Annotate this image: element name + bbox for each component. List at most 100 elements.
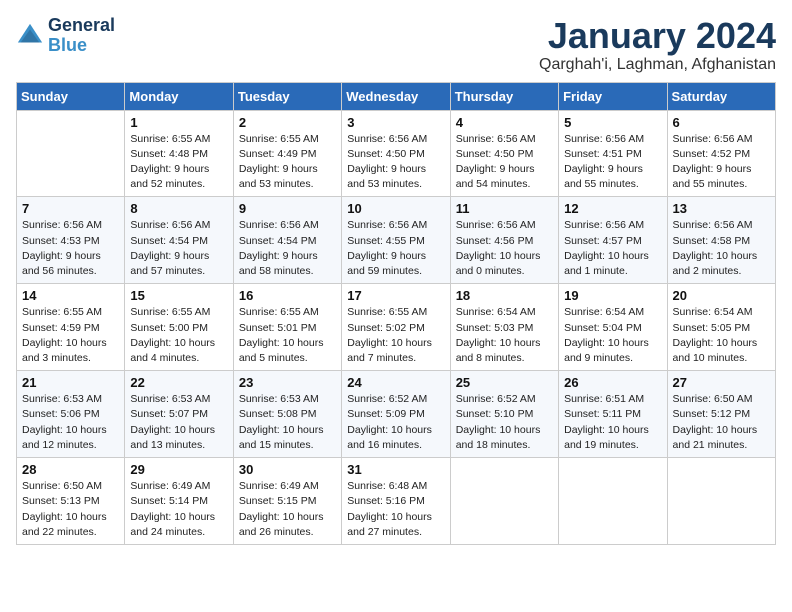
calendar-cell: 19 Sunrise: 6:54 AMSunset: 5:04 PMDayligh… xyxy=(559,284,667,371)
day-detail: Sunrise: 6:55 AMSunset: 5:00 PMDaylight:… xyxy=(130,305,227,366)
day-number: 23 xyxy=(239,375,336,390)
logo-line1: General xyxy=(48,16,115,36)
calendar-cell xyxy=(559,458,667,545)
day-detail: Sunrise: 6:56 AMSunset: 4:55 PMDaylight:… xyxy=(347,218,444,279)
day-header-wednesday: Wednesday xyxy=(342,82,450,110)
day-detail: Sunrise: 6:56 AMSunset: 4:54 PMDaylight:… xyxy=(130,218,227,279)
day-detail: Sunrise: 6:53 AMSunset: 5:07 PMDaylight:… xyxy=(130,392,227,453)
logo-line2: Blue xyxy=(48,36,115,56)
day-number: 10 xyxy=(347,201,444,216)
day-number: 14 xyxy=(22,288,119,303)
day-number: 4 xyxy=(456,115,553,130)
day-detail: Sunrise: 6:56 AMSunset: 4:52 PMDaylight:… xyxy=(673,132,770,193)
day-detail: Sunrise: 6:50 AMSunset: 5:12 PMDaylight:… xyxy=(673,392,770,453)
calendar-cell: 31 Sunrise: 6:48 AMSunset: 5:16 PMDayligh… xyxy=(342,458,450,545)
day-detail: Sunrise: 6:56 AMSunset: 4:58 PMDaylight:… xyxy=(673,218,770,279)
calendar-cell: 26 Sunrise: 6:51 AMSunset: 5:11 PMDayligh… xyxy=(559,371,667,458)
day-number: 9 xyxy=(239,201,336,216)
day-detail: Sunrise: 6:56 AMSunset: 4:56 PMDaylight:… xyxy=(456,218,553,279)
calendar-cell: 7 Sunrise: 6:56 AMSunset: 4:53 PMDaylight… xyxy=(17,197,125,284)
day-detail: Sunrise: 6:55 AMSunset: 5:01 PMDaylight:… xyxy=(239,305,336,366)
day-number: 24 xyxy=(347,375,444,390)
day-number: 18 xyxy=(456,288,553,303)
day-number: 21 xyxy=(22,375,119,390)
calendar-title: January 2024 xyxy=(539,16,776,56)
day-detail: Sunrise: 6:56 AMSunset: 4:54 PMDaylight:… xyxy=(239,218,336,279)
day-number: 30 xyxy=(239,462,336,477)
calendar-cell: 1 Sunrise: 6:55 AMSunset: 4:48 PMDaylight… xyxy=(125,110,233,197)
day-number: 3 xyxy=(347,115,444,130)
calendar-week-5: 28 Sunrise: 6:50 AMSunset: 5:13 PMDayligh… xyxy=(17,458,776,545)
day-number: 2 xyxy=(239,115,336,130)
day-detail: Sunrise: 6:56 AMSunset: 4:57 PMDaylight:… xyxy=(564,218,661,279)
day-header-thursday: Thursday xyxy=(450,82,558,110)
logo-icon xyxy=(16,22,44,50)
day-number: 1 xyxy=(130,115,227,130)
calendar-cell: 10 Sunrise: 6:56 AMSunset: 4:55 PMDayligh… xyxy=(342,197,450,284)
calendar-cell: 4 Sunrise: 6:56 AMSunset: 4:50 PMDaylight… xyxy=(450,110,558,197)
day-number: 26 xyxy=(564,375,661,390)
day-detail: Sunrise: 6:55 AMSunset: 4:59 PMDaylight:… xyxy=(22,305,119,366)
day-header-saturday: Saturday xyxy=(667,82,775,110)
calendar-cell: 17Sunrise: 6:55 AMSunset: 5:02 PMDayligh… xyxy=(342,284,450,371)
day-number: 28 xyxy=(22,462,119,477)
day-detail: Sunrise: 6:52 AMSunset: 5:09 PMDaylight:… xyxy=(347,392,444,453)
calendar-cell: 2 Sunrise: 6:55 AMSunset: 4:49 PMDaylight… xyxy=(233,110,341,197)
day-number: 15 xyxy=(130,288,227,303)
day-detail: Sunrise: 6:56 AMSunset: 4:53 PMDaylight:… xyxy=(22,218,119,279)
calendar-cell: 12Sunrise: 6:56 AMSunset: 4:57 PMDayligh… xyxy=(559,197,667,284)
day-number: 19 xyxy=(564,288,661,303)
day-number: 27 xyxy=(673,375,770,390)
calendar-cell: 29 Sunrise: 6:49 AMSunset: 5:14 PMDayligh… xyxy=(125,458,233,545)
calendar-cell: 27 Sunrise: 6:50 AMSunset: 5:12 PMDayligh… xyxy=(667,371,775,458)
calendar-cell: 23 Sunrise: 6:53 AMSunset: 5:08 PMDayligh… xyxy=(233,371,341,458)
calendar-cell: 6 Sunrise: 6:56 AMSunset: 4:52 PMDaylight… xyxy=(667,110,775,197)
day-number: 11 xyxy=(456,201,553,216)
day-header-sunday: Sunday xyxy=(17,82,125,110)
day-detail: Sunrise: 6:54 AMSunset: 5:04 PMDaylight:… xyxy=(564,305,661,366)
day-number: 16 xyxy=(239,288,336,303)
day-detail: Sunrise: 6:51 AMSunset: 5:11 PMDaylight:… xyxy=(564,392,661,453)
day-number: 17 xyxy=(347,288,444,303)
day-header-monday: Monday xyxy=(125,82,233,110)
calendar-cell: 15 Sunrise: 6:55 AMSunset: 5:00 PMDayligh… xyxy=(125,284,233,371)
calendar-cell: 8 Sunrise: 6:56 AMSunset: 4:54 PMDaylight… xyxy=(125,197,233,284)
day-detail: Sunrise: 6:55 AMSunset: 4:48 PMDaylight:… xyxy=(130,132,227,193)
day-number: 7 xyxy=(22,201,119,216)
calendar-week-4: 21Sunrise: 6:53 AMSunset: 5:06 PMDayligh… xyxy=(17,371,776,458)
calendar-cell: 14 Sunrise: 6:55 AMSunset: 4:59 PMDayligh… xyxy=(17,284,125,371)
calendar-subtitle: Qarghah'i, Laghman, Afghanistan xyxy=(539,56,776,74)
calendar-cell: 3 Sunrise: 6:56 AMSunset: 4:50 PMDaylight… xyxy=(342,110,450,197)
title-block: January 2024 Qarghah'i, Laghman, Afghani… xyxy=(539,16,776,74)
calendar-header-row: SundayMondayTuesdayWednesdayThursdayFrid… xyxy=(17,82,776,110)
calendar-week-1: 1 Sunrise: 6:55 AMSunset: 4:48 PMDaylight… xyxy=(17,110,776,197)
calendar-cell: 28 Sunrise: 6:50 AMSunset: 5:13 PMDayligh… xyxy=(17,458,125,545)
day-detail: Sunrise: 6:56 AMSunset: 4:50 PMDaylight:… xyxy=(347,132,444,193)
calendar-cell: 24 Sunrise: 6:52 AMSunset: 5:09 PMDayligh… xyxy=(342,371,450,458)
calendar-week-3: 14 Sunrise: 6:55 AMSunset: 4:59 PMDayligh… xyxy=(17,284,776,371)
day-number: 20 xyxy=(673,288,770,303)
day-detail: Sunrise: 6:49 AMSunset: 5:15 PMDaylight:… xyxy=(239,479,336,540)
day-number: 22 xyxy=(130,375,227,390)
calendar-table: SundayMondayTuesdayWednesdayThursdayFrid… xyxy=(16,82,776,545)
calendar-cell: 11 Sunrise: 6:56 AMSunset: 4:56 PMDayligh… xyxy=(450,197,558,284)
day-detail: Sunrise: 6:52 AMSunset: 5:10 PMDaylight:… xyxy=(456,392,553,453)
calendar-cell: 16 Sunrise: 6:55 AMSunset: 5:01 PMDayligh… xyxy=(233,284,341,371)
calendar-cell: 18 Sunrise: 6:54 AMSunset: 5:03 PMDayligh… xyxy=(450,284,558,371)
calendar-cell: 21Sunrise: 6:53 AMSunset: 5:06 PMDayligh… xyxy=(17,371,125,458)
day-number: 8 xyxy=(130,201,227,216)
day-detail: Sunrise: 6:49 AMSunset: 5:14 PMDaylight:… xyxy=(130,479,227,540)
day-detail: Sunrise: 6:53 AMSunset: 5:08 PMDaylight:… xyxy=(239,392,336,453)
day-detail: Sunrise: 6:54 AMSunset: 5:03 PMDaylight:… xyxy=(456,305,553,366)
day-number: 29 xyxy=(130,462,227,477)
calendar-cell: 13Sunrise: 6:56 AMSunset: 4:58 PMDayligh… xyxy=(667,197,775,284)
day-detail: Sunrise: 6:56 AMSunset: 4:50 PMDaylight:… xyxy=(456,132,553,193)
day-number: 6 xyxy=(673,115,770,130)
day-detail: Sunrise: 6:48 AMSunset: 5:16 PMDaylight:… xyxy=(347,479,444,540)
day-detail: Sunrise: 6:55 AMSunset: 4:49 PMDaylight:… xyxy=(239,132,336,193)
calendar-cell: 20 Sunrise: 6:54 AMSunset: 5:05 PMDayligh… xyxy=(667,284,775,371)
calendar-cell: 9 Sunrise: 6:56 AMSunset: 4:54 PMDaylight… xyxy=(233,197,341,284)
day-number: 31 xyxy=(347,462,444,477)
day-detail: Sunrise: 6:50 AMSunset: 5:13 PMDaylight:… xyxy=(22,479,119,540)
day-detail: Sunrise: 6:54 AMSunset: 5:05 PMDaylight:… xyxy=(673,305,770,366)
